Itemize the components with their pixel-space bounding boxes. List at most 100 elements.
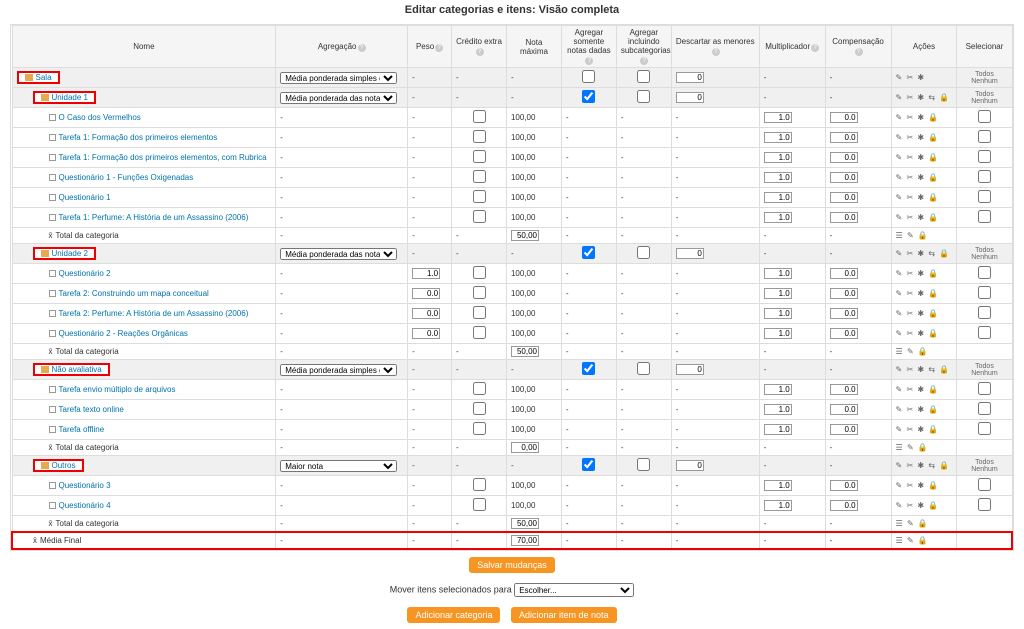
actions-cell[interactable]: ✎ ✂ ✱ 🔒: [891, 496, 957, 516]
actions-cell[interactable]: ☰ ✎ 🔒: [891, 344, 957, 360]
extra-credit-checkbox[interactable]: [473, 306, 486, 319]
help-icon[interactable]: ?: [640, 57, 648, 65]
extra-credit-checkbox[interactable]: [473, 266, 486, 279]
offset-input[interactable]: [830, 384, 858, 395]
select-checkbox[interactable]: [978, 286, 991, 299]
select-checkbox[interactable]: [978, 266, 991, 279]
drop-lowest-input[interactable]: [676, 72, 704, 83]
actions-cell[interactable]: ✎ ✂ ✱ 🔒: [891, 208, 957, 228]
aggregation-select[interactable]: Média ponderada simples das notasMédia p…: [280, 92, 397, 104]
item-link[interactable]: Questionário 2: [59, 269, 111, 278]
total-max-input[interactable]: [511, 346, 539, 357]
extra-credit-checkbox[interactable]: [473, 170, 486, 183]
select-checkbox[interactable]: [978, 150, 991, 163]
category-link[interactable]: Unidade 2: [52, 249, 88, 258]
extra-credit-checkbox[interactable]: [473, 110, 486, 123]
help-icon[interactable]: ?: [585, 57, 593, 65]
actions-cell[interactable]: ☰ ✎ 🔒: [891, 440, 957, 456]
offset-input[interactable]: [830, 404, 858, 415]
multiplier-input[interactable]: [764, 500, 792, 511]
item-link[interactable]: Tarefa 2: Perfume: A História de um Assa…: [59, 309, 249, 318]
extra-credit-checkbox[interactable]: [473, 210, 486, 223]
select-checkbox[interactable]: [978, 498, 991, 511]
offset-input[interactable]: [830, 192, 858, 203]
extra-credit-checkbox[interactable]: [473, 150, 486, 163]
multiplier-input[interactable]: [764, 268, 792, 279]
multiplier-input[interactable]: [764, 424, 792, 435]
help-icon[interactable]: ?: [855, 48, 863, 56]
agg-only-given-checkbox[interactable]: [582, 70, 595, 83]
total-max-input[interactable]: [511, 442, 539, 453]
extra-credit-checkbox[interactable]: [473, 326, 486, 339]
actions-cell[interactable]: ✎ ✂ ✱ 🔒: [891, 400, 957, 420]
actions-cell[interactable]: ✎ ✂ ✱ ⇆ 🔒: [891, 360, 957, 380]
total-max-input[interactable]: [511, 230, 539, 241]
multiplier-input[interactable]: [764, 112, 792, 123]
actions-cell[interactable]: ✎ ✂ ✱ 🔒: [891, 380, 957, 400]
actions-cell[interactable]: ✎ ✂ ✱ 🔒: [891, 108, 957, 128]
agg-subcategories-checkbox[interactable]: [637, 246, 650, 259]
weight-input[interactable]: [412, 308, 440, 319]
item-link[interactable]: Tarefa offline: [59, 425, 105, 434]
select-checkbox[interactable]: [978, 326, 991, 339]
agg-subcategories-checkbox[interactable]: [637, 70, 650, 83]
actions-cell[interactable]: ✎ ✂ ✱ ⇆ 🔒: [891, 244, 957, 264]
offset-input[interactable]: [830, 132, 858, 143]
select-all-none[interactable]: Todos Nenhum: [957, 88, 1012, 108]
category-link[interactable]: Outros: [52, 461, 76, 470]
category-link[interactable]: Não avaliativa: [52, 365, 102, 374]
actions-cell[interactable]: ✎ ✂ ✱ 🔒: [891, 148, 957, 168]
multiplier-input[interactable]: [764, 192, 792, 203]
multiplier-input[interactable]: [764, 480, 792, 491]
help-icon[interactable]: ?: [811, 44, 819, 52]
multiplier-input[interactable]: [764, 384, 792, 395]
offset-input[interactable]: [830, 500, 858, 511]
offset-input[interactable]: [830, 172, 858, 183]
select-checkbox[interactable]: [978, 170, 991, 183]
item-link[interactable]: Tarefa texto online: [59, 405, 124, 414]
multiplier-input[interactable]: [764, 404, 792, 415]
category-link[interactable]: Unidade 1: [52, 93, 88, 102]
select-checkbox[interactable]: [978, 210, 991, 223]
item-link[interactable]: Questionário 1: [59, 193, 111, 202]
final-max-input[interactable]: [511, 535, 539, 546]
item-link[interactable]: Questionário 4: [59, 501, 111, 510]
actions-cell[interactable]: ✎ ✂ ✱ 🔒: [891, 284, 957, 304]
total-max-input[interactable]: [511, 518, 539, 529]
multiplier-input[interactable]: [764, 172, 792, 183]
aggregation-select[interactable]: Média ponderada simples das notasMédia p…: [280, 364, 397, 376]
aggregation-select[interactable]: Média ponderada simples das notasMédia p…: [280, 72, 397, 84]
actions-cell[interactable]: ✎ ✂ ✱ 🔒: [891, 168, 957, 188]
multiplier-input[interactable]: [764, 152, 792, 163]
multiplier-input[interactable]: [764, 288, 792, 299]
multiplier-input[interactable]: [764, 308, 792, 319]
offset-input[interactable]: [830, 424, 858, 435]
multiplier-input[interactable]: [764, 328, 792, 339]
offset-input[interactable]: [830, 152, 858, 163]
aggregation-select[interactable]: Média ponderada simples das notasMédia p…: [280, 460, 397, 472]
select-checkbox[interactable]: [978, 110, 991, 123]
actions-cell[interactable]: ☰ ✎ 🔒: [891, 532, 957, 549]
select-all-none[interactable]: Todos Nenhum: [957, 456, 1012, 476]
actions-cell[interactable]: ✎ ✂ ✱ 🔒: [891, 264, 957, 284]
offset-input[interactable]: [830, 212, 858, 223]
offset-input[interactable]: [830, 328, 858, 339]
extra-credit-checkbox[interactable]: [473, 286, 486, 299]
move-select[interactable]: Escolher...: [514, 583, 634, 597]
save-button[interactable]: Salvar mudanças: [469, 557, 555, 573]
help-icon[interactable]: ?: [358, 44, 366, 52]
weight-input[interactable]: [412, 328, 440, 339]
item-link[interactable]: Tarefa 1: Perfume: A História de um Assa…: [59, 213, 249, 222]
agg-only-given-checkbox[interactable]: [582, 90, 595, 103]
help-icon[interactable]: ?: [712, 48, 720, 56]
add-category-button[interactable]: Adicionar categoria: [407, 607, 500, 623]
item-link[interactable]: Tarefa envio múltiplo de arquivos: [59, 385, 176, 394]
extra-credit-checkbox[interactable]: [473, 478, 486, 491]
select-checkbox[interactable]: [978, 382, 991, 395]
actions-cell[interactable]: ✎ ✂ ✱ ⇆ 🔒: [891, 88, 957, 108]
select-all-none[interactable]: Todos Nenhum: [957, 244, 1012, 264]
extra-credit-checkbox[interactable]: [473, 130, 486, 143]
drop-lowest-input[interactable]: [676, 92, 704, 103]
actions-cell[interactable]: ✎ ✂ ✱ 🔒: [891, 304, 957, 324]
aggregation-select[interactable]: Média ponderada simples das notasMédia p…: [280, 248, 397, 260]
